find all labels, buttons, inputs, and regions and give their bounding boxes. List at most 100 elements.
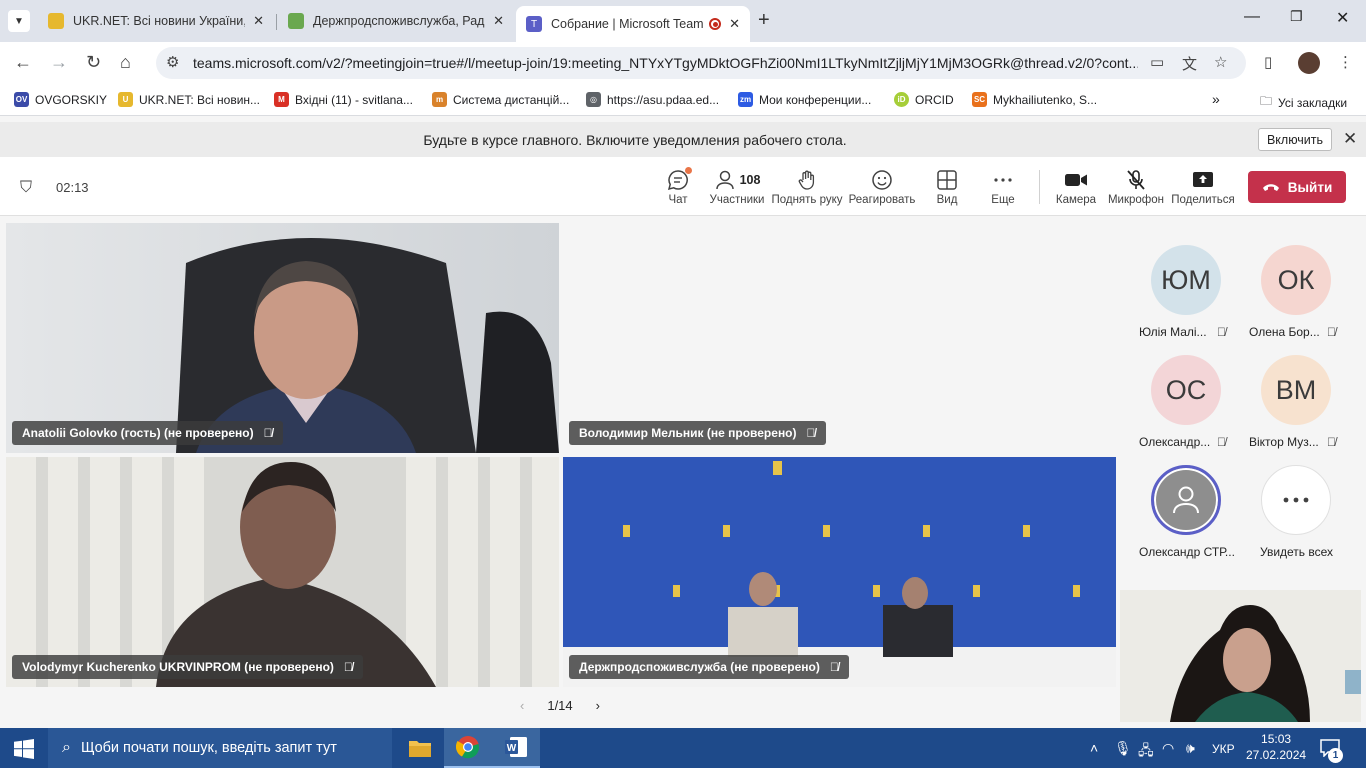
participant-name: Anatolii Golovko (гость) (не проверено) bbox=[22, 426, 254, 440]
avatar: ЮМ bbox=[1151, 245, 1221, 315]
participant-count: 108 bbox=[739, 173, 761, 187]
all-bookmarks[interactable]: 🗀 Усі закладки bbox=[1260, 92, 1347, 113]
video-tile[interactable]: Volodymyr Kucherenko UKRVINPROM (не пров… bbox=[6, 457, 559, 687]
show-hidden-icons[interactable]: ˄ bbox=[1090, 740, 1098, 756]
more-icon bbox=[992, 167, 1014, 193]
word-icon[interactable]: W bbox=[492, 728, 540, 768]
leave-button[interactable]: Выйти bbox=[1248, 171, 1346, 203]
bookmark-item[interactable]: iD ORCID bbox=[894, 92, 954, 107]
microphone-tray-icon[interactable]: 🎙 bbox=[1114, 740, 1132, 757]
browser-tab-teams[interactable]: T Собрание | Microsoft Team ✕ bbox=[516, 6, 750, 42]
bookmark-item[interactable]: M Вхідні (11) - svitlana... bbox=[274, 92, 413, 107]
video-tile[interactable]: Володимир Мельник (не проверено) 🎙̸ bbox=[563, 223, 1116, 453]
tab-search-button[interactable]: ▼ bbox=[8, 10, 30, 32]
more-button[interactable]: Еще bbox=[963, 167, 1043, 206]
bookmark-item[interactable]: m Система дистанцій... bbox=[432, 92, 569, 107]
bookmark-favicon: SC bbox=[972, 92, 987, 107]
bookmark-label: OVGORSKIY bbox=[35, 92, 108, 107]
participant-name: Держпродспоживслужба (не проверено) bbox=[579, 660, 820, 674]
bookmark-favicon: zm bbox=[738, 92, 753, 107]
chrome-icon[interactable] bbox=[444, 728, 492, 768]
new-tab-button[interactable]: + bbox=[758, 9, 770, 32]
close-icon[interactable]: ✕ bbox=[1343, 129, 1357, 149]
grid-icon bbox=[936, 167, 958, 193]
bookmark-item[interactable]: zm Мои конференции... bbox=[738, 92, 871, 107]
bookmark-label: Система дистанцій... bbox=[453, 92, 570, 107]
prev-page-icon[interactable]: ‹ bbox=[520, 698, 524, 713]
minimize-icon[interactable]: — bbox=[1244, 8, 1260, 26]
participant-avatar[interactable]: Олександр СТР... bbox=[1131, 465, 1241, 565]
participants-button[interactable]: 108 Участники bbox=[697, 167, 777, 206]
wifi-icon[interactable]: ◠ bbox=[1162, 740, 1174, 757]
participant-name-tag: Володимир Мельник (не проверено) 🎙̸ bbox=[569, 421, 826, 445]
network-icon[interactable]: 🖧 bbox=[1138, 740, 1154, 764]
notification-text: Будьте в курсе главного. Включите уведом… bbox=[423, 132, 847, 148]
more-bookmarks-icon[interactable]: » bbox=[1212, 91, 1220, 107]
language-indicator[interactable]: УКР bbox=[1212, 742, 1235, 756]
tab-close-icon[interactable]: ✕ bbox=[493, 13, 504, 29]
svg-text:W: W bbox=[507, 743, 517, 754]
translate-icon[interactable]: 文 bbox=[1182, 53, 1197, 74]
notification-count-badge: 1 bbox=[1328, 748, 1343, 763]
menu-dots-icon[interactable]: ⋮ bbox=[1338, 53, 1353, 71]
participant-name: Volodymyr Kucherenko UKRVINPROM (не пров… bbox=[22, 660, 334, 674]
windows-start-icon[interactable] bbox=[14, 739, 34, 762]
bookmark-label: https://asu.pdaa.ed... bbox=[607, 92, 720, 107]
raise-hand-button[interactable]: Поднять руку bbox=[767, 167, 847, 206]
video-tile[interactable]: Держпродспоживслужба (не проверено) 🎙̸ bbox=[563, 457, 1116, 687]
reload-icon[interactable]: ↻ bbox=[86, 52, 101, 73]
video-feed bbox=[6, 223, 559, 453]
leave-label: Выйти bbox=[1287, 179, 1333, 195]
volume-icon[interactable]: 🕪 bbox=[1186, 740, 1195, 757]
self-view-video[interactable] bbox=[1120, 590, 1361, 722]
avatar: ОК bbox=[1261, 245, 1331, 315]
close-window-icon[interactable]: ✕ bbox=[1336, 8, 1349, 28]
side-panel-icon[interactable]: ▯ bbox=[1264, 53, 1272, 71]
tab-close-icon[interactable]: ✕ bbox=[729, 16, 740, 32]
home-icon[interactable]: ⌂ bbox=[120, 52, 131, 73]
share-button[interactable]: Поделиться bbox=[1163, 167, 1243, 206]
bookmark-item[interactable]: SC Mykhailiutenko, S... bbox=[972, 92, 1097, 107]
bookmark-item[interactable]: U UKR.NET: Всі новин... bbox=[118, 92, 260, 107]
see-all-button[interactable]: Увидеть всех bbox=[1241, 465, 1351, 565]
clock-time: 15:03 bbox=[1261, 732, 1292, 746]
bookmark-star-icon[interactable]: ☆ bbox=[1214, 53, 1227, 71]
tab-close-icon[interactable]: ✕ bbox=[253, 13, 264, 29]
mic-off-icon: 🎙̸ bbox=[343, 660, 353, 674]
restore-icon[interactable]: ❐ bbox=[1290, 8, 1303, 25]
profile-avatar[interactable] bbox=[1298, 52, 1320, 74]
unread-dot bbox=[685, 167, 692, 174]
site-info-icon[interactable]: ⚙ bbox=[166, 53, 179, 71]
participants-label: Участники bbox=[709, 194, 765, 206]
next-page-icon[interactable]: › bbox=[596, 698, 600, 713]
system-clock[interactable]: 15:03 27.02.2024 bbox=[1246, 731, 1306, 763]
shield-icon[interactable]: ⛉ bbox=[20, 179, 32, 197]
bookmark-item[interactable]: OV OVGORSKIY bbox=[14, 92, 107, 107]
participant-avatar[interactable]: ОС Олександр... 🎙̸ bbox=[1131, 355, 1241, 455]
file-explorer-icon[interactable] bbox=[396, 728, 444, 768]
bookmark-label: Mykhailiutenko, S... bbox=[993, 92, 1098, 107]
forward-icon[interactable]: → bbox=[50, 52, 68, 73]
mic-off-icon bbox=[1125, 167, 1147, 193]
clock-date: 27.02.2024 bbox=[1246, 748, 1307, 762]
participant-avatar[interactable]: ВМ Віктор Муз... 🎙̸ bbox=[1241, 355, 1351, 455]
browser-tab-derzh[interactable]: Держпродспоживслужба, Рад ✕ bbox=[278, 6, 514, 36]
participant-avatar[interactable]: ЮМ Юлія Малі... 🎙̸ bbox=[1131, 245, 1241, 345]
browser-tab-ukrnet[interactable]: UKR.NET: Всі новини України, ✕ bbox=[38, 6, 274, 36]
participant-avatar[interactable]: ОК Олена Бор... 🎙̸ bbox=[1241, 245, 1351, 345]
enable-notifications-button[interactable]: Включить bbox=[1258, 128, 1332, 151]
taskbar-search[interactable]: ⌕ Щоби почати пошук, введіть запит тут bbox=[48, 728, 392, 768]
back-icon[interactable]: ← bbox=[14, 52, 32, 73]
microphone-label: Микрофон bbox=[1107, 194, 1165, 206]
page-indicator: 1/14 bbox=[547, 698, 573, 713]
bookmark-favicon: OV bbox=[14, 92, 29, 107]
video-tile[interactable]: Anatolii Golovko (гость) (не проверено) … bbox=[6, 223, 559, 453]
mic-off-icon: 🎙̸ bbox=[1327, 325, 1336, 339]
pagination: ‹ 1/14 › bbox=[520, 698, 600, 713]
camera-permission-icon[interactable]: ▭ bbox=[1150, 53, 1164, 71]
url-text[interactable]: teams.microsoft.com/v2/?meetingjoin=true… bbox=[193, 55, 1138, 71]
bookmark-favicon: M bbox=[274, 92, 289, 107]
bookmark-label: Мои конференции... bbox=[759, 92, 872, 107]
tab-title: Держпродспоживслужба, Рад bbox=[313, 14, 485, 28]
bookmark-item[interactable]: ◎ https://asu.pdaa.ed... bbox=[586, 92, 719, 107]
